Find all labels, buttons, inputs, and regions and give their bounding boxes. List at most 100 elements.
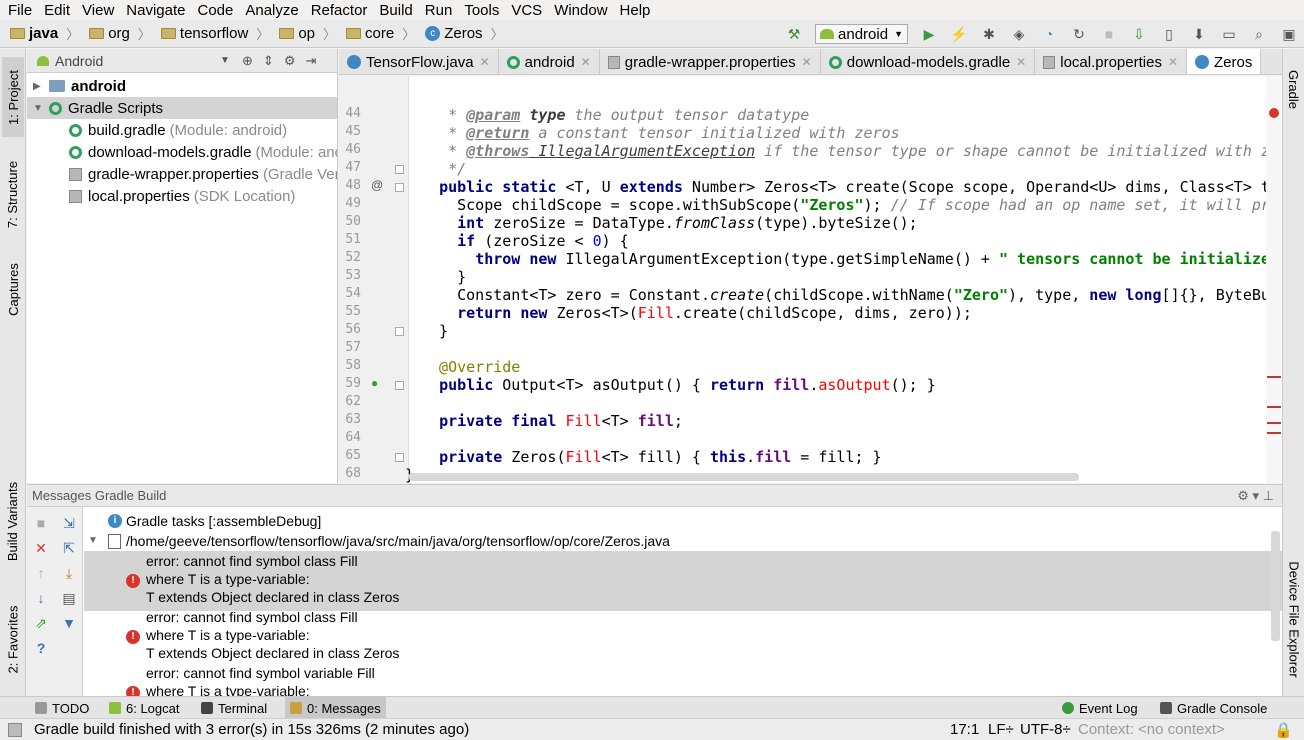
filter-icon[interactable]: ▼ [61,615,77,631]
coverage-icon[interactable]: ↻ [1070,25,1088,43]
tab-structure[interactable]: 7: Structure [2,149,24,239]
menu-refactor[interactable]: Refactor [311,2,368,19]
tab-gradle-wrapper-properties[interactable]: gradle-wrapper.properties ✕ [600,49,821,74]
collapse-icon[interactable]: ▼ [88,531,98,551]
error-message[interactable]: error: cannot find symbol class Fill ! w… [84,551,1282,611]
stop-icon[interactable]: ■ [1100,25,1118,43]
collapse-all-icon[interactable]: ⇱ [61,540,77,556]
expand-fold-icon[interactable] [395,453,404,462]
breadcrumb-tensorflow[interactable]: tensorflow 〉 [160,24,269,43]
override-at-icon[interactable]: @ [371,178,383,192]
horizontal-scrollbar[interactable] [409,473,1079,481]
project-view-selector[interactable]: Android ▼ ⊕ ⇕ ⚙ ⇥ [27,49,337,73]
gear-icon[interactable]: ⚙ ▾ ⊥ [1237,488,1274,504]
menu-code[interactable]: Code [197,2,233,19]
close-icon[interactable]: ✕ [1168,55,1178,69]
search-icon[interactable]: ⌕ [1250,25,1268,43]
fold-icon[interactable] [395,165,404,174]
close-icon[interactable]: ✕ [1016,55,1026,69]
layout-icon[interactable]: ▣ [1280,25,1298,43]
error-message[interactable]: error: cannot find symbol class Fill ! w… [84,607,1282,667]
tab-event-log[interactable]: Event Log [1057,697,1143,719]
breadcrumb-java[interactable]: java 〉 [10,24,79,43]
expand-fold-icon[interactable] [395,381,404,390]
close-icon[interactable]: ✕ [581,55,591,69]
hide-icon[interactable]: ⇥ [305,53,316,69]
tab-download-models-gradle[interactable]: download-models.gradle ✕ [821,49,1036,74]
breadcrumb-core[interactable]: core 〉 [346,24,415,43]
tab-favorites[interactable]: 2: Favorites [2,594,24,684]
structure-icon[interactable]: ▭ [1220,25,1238,43]
debug-icon[interactable]: ✱ [980,25,998,43]
caret-position[interactable]: 17:1 [950,721,979,738]
menu-file[interactable]: File [8,2,32,19]
error-message[interactable]: error: cannot find symbol variable Fill … [84,663,1282,697]
device-manager-icon[interactable]: ▯ [1160,25,1178,43]
tab-todo[interactable]: TODO [30,697,94,719]
export-icon[interactable]: ⤓ [61,565,77,581]
vertical-scrollbar[interactable] [1271,531,1280,641]
close-icon[interactable]: ✕ [33,540,49,556]
message-task[interactable]: i Gradle tasks [:assembleDebug] [84,511,1282,531]
file-encoding[interactable]: UTF-8÷ [1020,721,1071,738]
fold-icon[interactable] [395,183,404,192]
tree-item-android[interactable]: ▶ android [27,75,337,97]
chevron-down-icon[interactable]: ▼ [220,55,230,66]
breadcrumb-org[interactable]: org 〉 [89,24,151,43]
profile-icon[interactable]: ◔ [1040,25,1058,43]
attach-icon[interactable]: ◈ [1010,25,1028,43]
menu-tools[interactable]: Tools [464,2,499,19]
collapse-icon[interactable]: ⇕ [263,53,274,69]
tree-item-local-properties[interactable]: local.properties (SDK Location) [27,185,337,207]
next-icon[interactable]: ↓ [33,590,49,606]
locate-icon[interactable]: ⊕ [242,53,253,69]
error-mark[interactable] [1267,422,1281,424]
error-indicator-icon[interactable] [1269,108,1279,118]
error-stripe[interactable] [1266,76,1282,483]
open-file-icon[interactable]: ⇗ [33,615,49,631]
fold-icon[interactable] [395,327,404,336]
menu-window[interactable]: Window [554,2,607,19]
tab-project[interactable]: 1: Project [2,57,24,137]
tab-messages[interactable]: 0: Messages [285,697,386,719]
tab-tensorflow-java[interactable]: TensorFlow.java ✕ [339,49,499,74]
status-toggle-icon[interactable] [8,723,22,737]
tree-item-download-models-gradle[interactable]: download-models.gradle (Module: android) [27,141,337,163]
breadcrumb-op[interactable]: op 〉 [279,24,336,43]
stop-icon[interactable]: ■ [33,515,49,531]
tab-local-properties[interactable]: local.properties ✕ [1035,49,1188,74]
tab-gradle[interactable]: Gradle [1283,59,1304,119]
gear-icon[interactable]: ⚙ [284,53,296,69]
previous-icon[interactable]: ↑ [33,565,49,581]
help-icon[interactable]: ? [33,640,49,656]
lock-icon[interactable]: 🔒 [1274,721,1293,739]
tree-item-build-gradle[interactable]: build.gradle (Module: android) [27,119,337,141]
tab-zeros[interactable]: Zeros [1187,49,1262,74]
expand-all-icon[interactable]: ⇲ [61,515,77,531]
tab-captures[interactable]: Captures [2,254,24,324]
apply-changes-icon[interactable]: ⚡ [950,25,968,43]
tree-item-gradle-scripts[interactable]: ▼ Gradle Scripts [27,97,337,119]
warnings-icon[interactable]: ▤ [61,590,77,606]
tab-terminal[interactable]: Terminal [196,697,272,719]
sdk-manager-icon[interactable]: ⬇ [1190,25,1208,43]
collapse-icon[interactable]: ▼ [33,103,43,114]
tree-item-gradle-wrapper-properties[interactable]: gradle-wrapper.properties (Gradle Versio… [27,163,337,185]
breadcrumb-zeros[interactable]: c Zeros 〉 [425,24,504,43]
menu-view[interactable]: View [82,2,114,19]
menu-edit[interactable]: Edit [44,2,70,19]
close-icon[interactable]: ✕ [802,55,812,69]
error-mark[interactable] [1267,376,1281,378]
tab-android[interactable]: android ✕ [499,49,600,74]
line-separator[interactable]: LF÷ [988,721,1014,738]
menu-run[interactable]: Run [425,2,453,19]
menu-help[interactable]: Help [620,2,651,19]
run-configuration-select[interactable]: android ▼ [815,24,908,44]
error-mark[interactable] [1267,432,1281,434]
tab-logcat[interactable]: 6: Logcat [104,697,185,719]
menu-analyze[interactable]: Analyze [245,2,298,19]
code-editor[interactable]: 44 45 46 47 48 49 50 51 52 53 54 55 56 5… [339,76,1282,483]
message-file[interactable]: ▼ /home/geeve/tensorflow/tensorflow/java/… [84,531,1282,551]
expand-icon[interactable]: ▶ [33,81,43,92]
tab-build-variants[interactable]: Build Variants [2,469,24,574]
